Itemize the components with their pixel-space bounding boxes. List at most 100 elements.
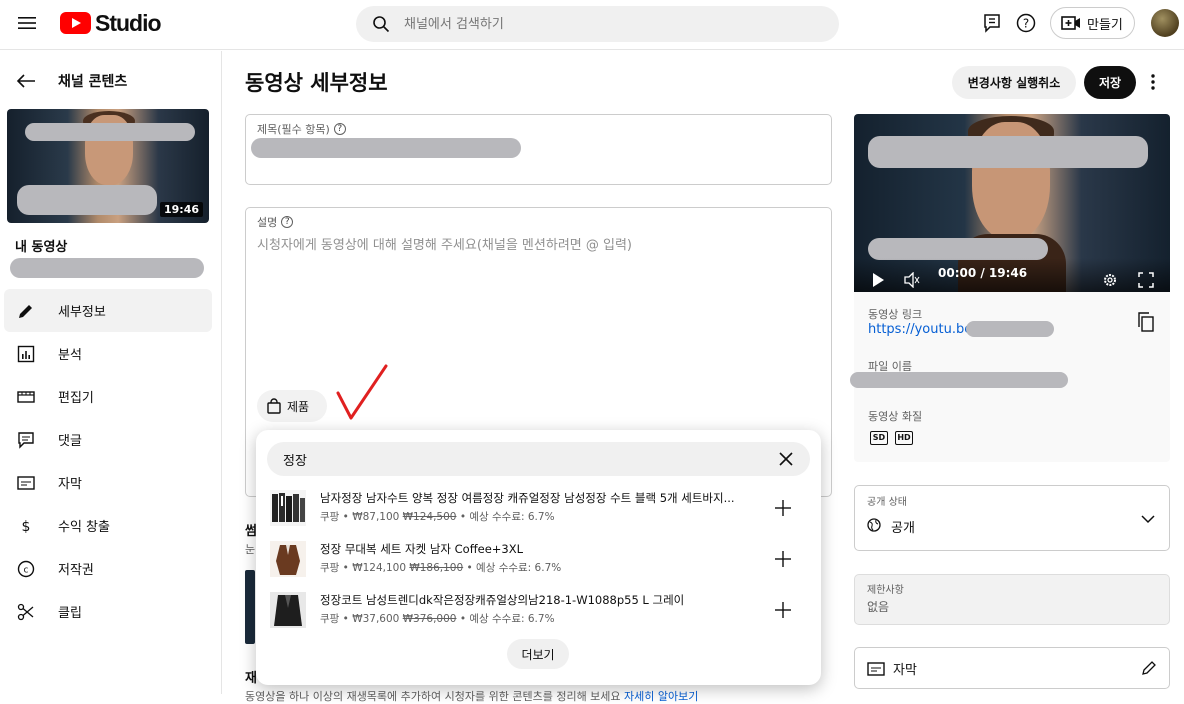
red-checkmark-annotation xyxy=(336,364,388,420)
logo-text: Studio xyxy=(95,9,162,36)
edit-pencil-icon[interactable] xyxy=(1141,660,1157,676)
create-label: 만들기 xyxy=(1087,17,1123,33)
account-avatar[interactable] xyxy=(1151,9,1179,37)
sidebar-item-label: 저작권 xyxy=(58,563,94,578)
create-button[interactable]: 만들기 xyxy=(1050,7,1135,39)
back-label: 채널 콘텐츠 xyxy=(58,74,128,90)
video-link[interactable]: https://youtu.be/ xyxy=(868,322,977,337)
copy-icon[interactable] xyxy=(1137,312,1155,332)
product-price: ₩124,100 xyxy=(352,562,407,574)
redacted-file-name xyxy=(850,372,1068,388)
youtube-logo-icon xyxy=(60,12,91,34)
sidebar-item-editor[interactable]: 편집기 xyxy=(4,375,212,418)
sidebar-item-clips[interactable]: 클립 xyxy=(4,590,212,633)
search-icon[interactable] xyxy=(372,15,390,33)
video-thumbnail[interactable]: 19:46 xyxy=(7,109,209,223)
sidebar-item-details[interactable]: 세부정보 xyxy=(4,289,212,332)
subtitles-icon xyxy=(17,475,35,490)
close-icon[interactable] xyxy=(778,451,794,467)
sidebar-item-label: 세부정보 xyxy=(58,305,106,320)
sidebar-item-subtitles[interactable]: 자막 xyxy=(4,461,212,504)
sidebar-item-copyright[interactable]: c 저작권 xyxy=(4,547,212,590)
product-search-popup: 정장 남자정장 남자수트 양복 정장 여름정장 캐쥬얼정장 남성정장 수트 블랙… xyxy=(256,430,821,685)
thumbnail-option[interactable] xyxy=(245,570,255,644)
feedback-icon[interactable] xyxy=(982,13,1002,33)
add-product-icon[interactable] xyxy=(774,601,792,619)
redacted-title-value xyxy=(251,138,521,158)
chevron-down-icon[interactable] xyxy=(1141,514,1155,524)
sidebar-item-analytics[interactable]: 분석 xyxy=(4,332,212,375)
video-preview-player[interactable]: 00:00 / 19:46 xyxy=(854,114,1170,292)
redacted-thumb-text-2 xyxy=(17,185,157,215)
undo-changes-button[interactable]: 변경사항 실행취소 xyxy=(952,66,1076,99)
restrictions-field: 제한사항 없음 xyxy=(854,574,1170,625)
sidebar-item-comments[interactable]: 댓글 xyxy=(4,418,212,461)
product-search-bar[interactable]: 정장 xyxy=(267,442,810,476)
menu-icon[interactable] xyxy=(17,13,37,33)
pencil-icon xyxy=(19,304,32,318)
thumbnail-section-sub: 눈 xyxy=(245,543,256,556)
studio-logo[interactable]: Studio xyxy=(60,9,162,37)
channel-search[interactable] xyxy=(356,6,839,42)
copyright-icon: c xyxy=(17,560,35,577)
sd-badge-icon: SD xyxy=(870,431,888,445)
product-label: 제품 xyxy=(287,399,310,414)
product-original-price: ₩376,000 xyxy=(402,613,457,625)
more-products-button[interactable]: 더보기 xyxy=(507,639,569,669)
analytics-icon xyxy=(17,345,35,362)
add-product-icon[interactable] xyxy=(774,550,792,568)
product-thumbnail xyxy=(270,490,306,526)
play-icon[interactable] xyxy=(870,272,886,288)
sidebar-item-label: 분석 xyxy=(58,348,82,363)
search-input[interactable] xyxy=(404,16,784,32)
add-product-icon[interactable] xyxy=(774,499,792,517)
video-quality-label: 동영상 화질 xyxy=(868,410,923,423)
product-seller: 쿠팡 xyxy=(320,562,340,574)
sidebar-item-monetization[interactable]: $ 수익 창출 xyxy=(4,504,212,547)
shopping-bag-icon xyxy=(267,398,281,414)
more-options-icon[interactable] xyxy=(1145,72,1161,92)
title-label-text: 제목(필수 항목) xyxy=(257,123,330,136)
product-price: ₩87,100 xyxy=(352,511,400,523)
save-button[interactable]: 저장 xyxy=(1084,66,1136,99)
product-button[interactable]: 제품 xyxy=(257,390,327,422)
volume-icon[interactable] xyxy=(904,272,920,288)
sidebar-item-label: 클립 xyxy=(58,606,82,621)
comments-icon xyxy=(18,431,34,449)
help-circle-icon[interactable]: ? xyxy=(333,123,346,135)
help-circle-icon[interactable]: ? xyxy=(281,216,294,228)
product-fee: 예상 수수료: 6.7% xyxy=(469,613,555,625)
help-icon[interactable]: ? xyxy=(1016,13,1036,33)
product-search-query[interactable]: 정장 xyxy=(283,450,307,469)
subtitles-field[interactable]: 자막 xyxy=(854,647,1170,689)
top-bar: Studio ? 만들기 xyxy=(0,0,1184,50)
video-info-panel: 동영상 링크 https://youtu.be/ 파일 이름 동영상 화질 SD… xyxy=(850,292,1170,462)
hd-badge-icon: HD xyxy=(895,431,913,445)
learn-more-link[interactable]: 자세히 알아보기 xyxy=(624,690,698,703)
fullscreen-icon[interactable] xyxy=(1138,272,1154,288)
globe-icon xyxy=(867,518,881,532)
playlist-desc-text: 동영상을 하나 이상의 재생목록에 추가하여 시청자를 위한 콘텐츠를 정리해 … xyxy=(245,690,621,703)
restrictions-label: 제한사항 xyxy=(867,585,904,596)
product-name: 남자정장 남자수트 양복 정장 여름정장 캐쥬얼정장 남성정장 수트 블랙 5개… xyxy=(320,491,735,505)
product-item[interactable]: 남자정장 남자수트 양복 정장 여름정장 캐쥬얼정장 남성정장 수트 블랙 5개… xyxy=(270,488,810,528)
product-thumbnail xyxy=(270,541,306,577)
redacted-video-title xyxy=(10,258,204,278)
product-item[interactable]: 정장코트 남성트렌디dk작은정장캐쥬얼상의남218-1-W1088p55 L 그… xyxy=(270,590,810,630)
sidebar-item-label: 자막 xyxy=(58,477,82,492)
redacted-video-id xyxy=(966,321,1054,337)
sidebar-nav: 세부정보 분석 편집기 댓글 자막 $ 수익 창출 c 저작권 클립 xyxy=(4,289,212,633)
sidebar-item-label: 수익 창출 xyxy=(58,520,110,535)
visibility-select[interactable]: 공개 상태 공개 xyxy=(854,485,1170,551)
title-field[interactable]: 제목(필수 항목) ? xyxy=(245,114,832,185)
back-to-channel-content[interactable]: 채널 콘텐츠 xyxy=(16,71,127,91)
redacted-preview-text xyxy=(868,136,1148,168)
arrow-back-icon[interactable] xyxy=(16,73,36,89)
page-title: 동영상 세부정보 xyxy=(245,71,388,95)
product-item[interactable]: 정장 무대복 세트 자켓 남자 Coffee+3XL 쿠팡 • ₩124,100… xyxy=(270,539,810,579)
monetization-icon: $ xyxy=(22,519,31,535)
product-meta: 쿠팡 • ₩124,100 ₩186,100 • 예상 수수료: 6.7% xyxy=(320,562,562,574)
settings-gear-icon[interactable] xyxy=(1102,272,1118,288)
sidebar-item-label: 댓글 xyxy=(58,434,82,449)
subtitles-label: 자막 xyxy=(893,663,917,678)
